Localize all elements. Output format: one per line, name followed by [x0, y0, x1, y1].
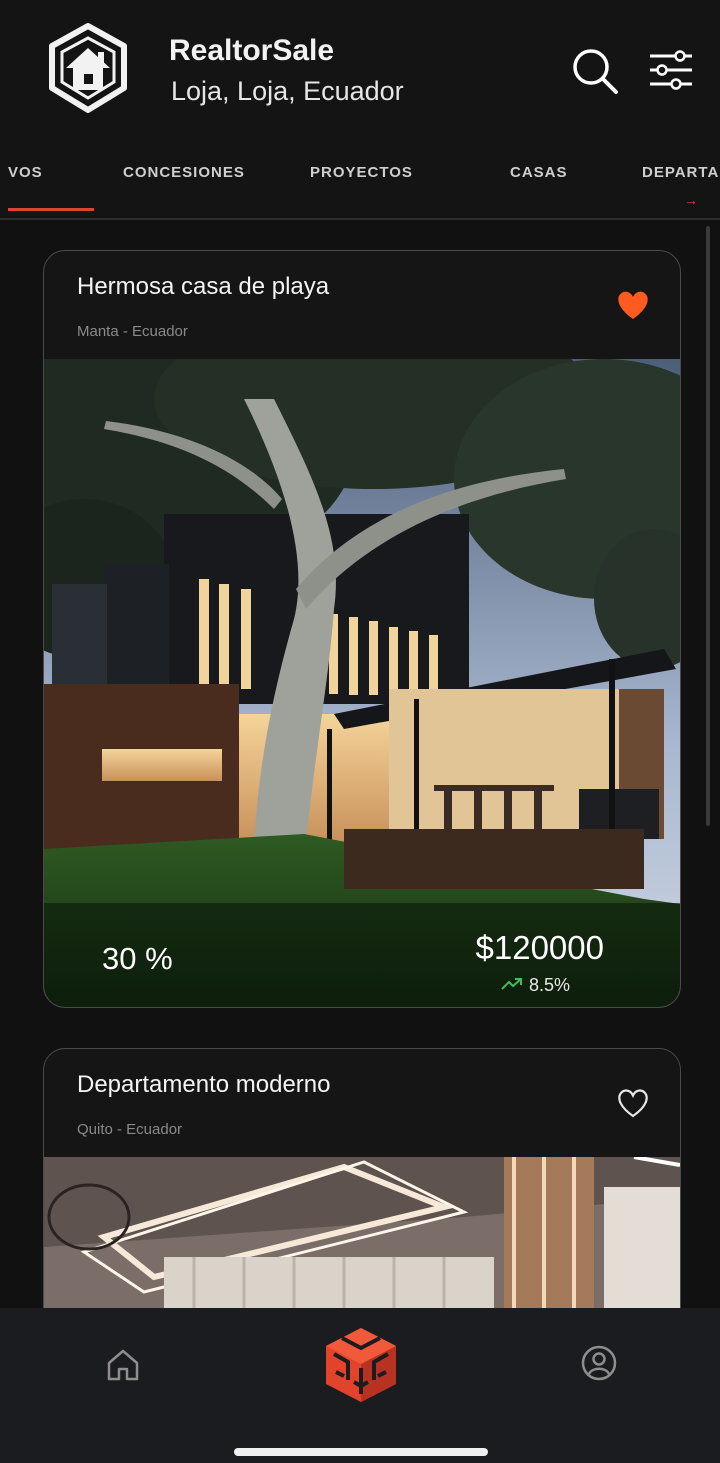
- scrollbar[interactable]: [706, 226, 710, 826]
- listing-price: $120000: [475, 929, 604, 966]
- price-trend: 8.5%: [501, 975, 570, 996]
- app-title: RealtorSale: [169, 34, 335, 67]
- bottom-navigation: [0, 1308, 720, 1463]
- trend-up-icon: [501, 975, 523, 996]
- listing-card[interactable]: Departamento moderno Quito - Ecuador: [43, 1048, 681, 1308]
- house-logo-icon: [42, 22, 134, 114]
- tab-concesiones[interactable]: CONCESIONES: [123, 164, 245, 181]
- heart-outline-icon[interactable]: [616, 1087, 650, 1119]
- tab-departamentos[interactable]: DEPARTA: [642, 164, 719, 181]
- scroll-right-arrow-icon[interactable]: →: [684, 192, 698, 208]
- listing-title: Departamento moderno: [77, 1071, 331, 1098]
- listings-feed[interactable]: Hermosa casa de playa Manta - Ecuador 30…: [0, 220, 720, 1308]
- home-icon[interactable]: [104, 1346, 142, 1384]
- current-location[interactable]: Loja, Loja, Ecuador: [171, 76, 404, 107]
- trend-value: 8.5%: [528, 975, 570, 995]
- listing-percent: 30 %: [102, 941, 173, 976]
- category-tabs: VOS CONCESIONES PROYECTOS CASAS DEPARTA …: [0, 140, 720, 220]
- search-icon[interactable]: [570, 46, 620, 96]
- profile-icon[interactable]: [580, 1344, 618, 1382]
- listing-location: Manta - Ecuador: [77, 323, 188, 340]
- heart-filled-icon[interactable]: [616, 289, 650, 321]
- home-indicator-bar[interactable]: [234, 1448, 488, 1456]
- tab-vos[interactable]: VOS: [8, 164, 43, 181]
- tab-casas[interactable]: CASAS: [510, 164, 568, 181]
- tab-proyectos[interactable]: PROYECTOS: [310, 164, 413, 181]
- cube-logo-icon[interactable]: [320, 1324, 402, 1406]
- listing-card[interactable]: Hermosa casa de playa Manta - Ecuador 30…: [43, 250, 681, 1008]
- listing-location: Quito - Ecuador: [77, 1121, 183, 1138]
- apartment-photo: [44, 1155, 680, 1308]
- house-photo: 30 % $120000 8.5%: [44, 309, 680, 1007]
- app-header: RealtorSale Loja, Loja, Ecuador: [0, 0, 720, 140]
- active-tab-indicator: [8, 208, 94, 211]
- listing-title: Hermosa casa de playa: [77, 273, 330, 300]
- filter-sliders-icon[interactable]: [646, 48, 696, 92]
